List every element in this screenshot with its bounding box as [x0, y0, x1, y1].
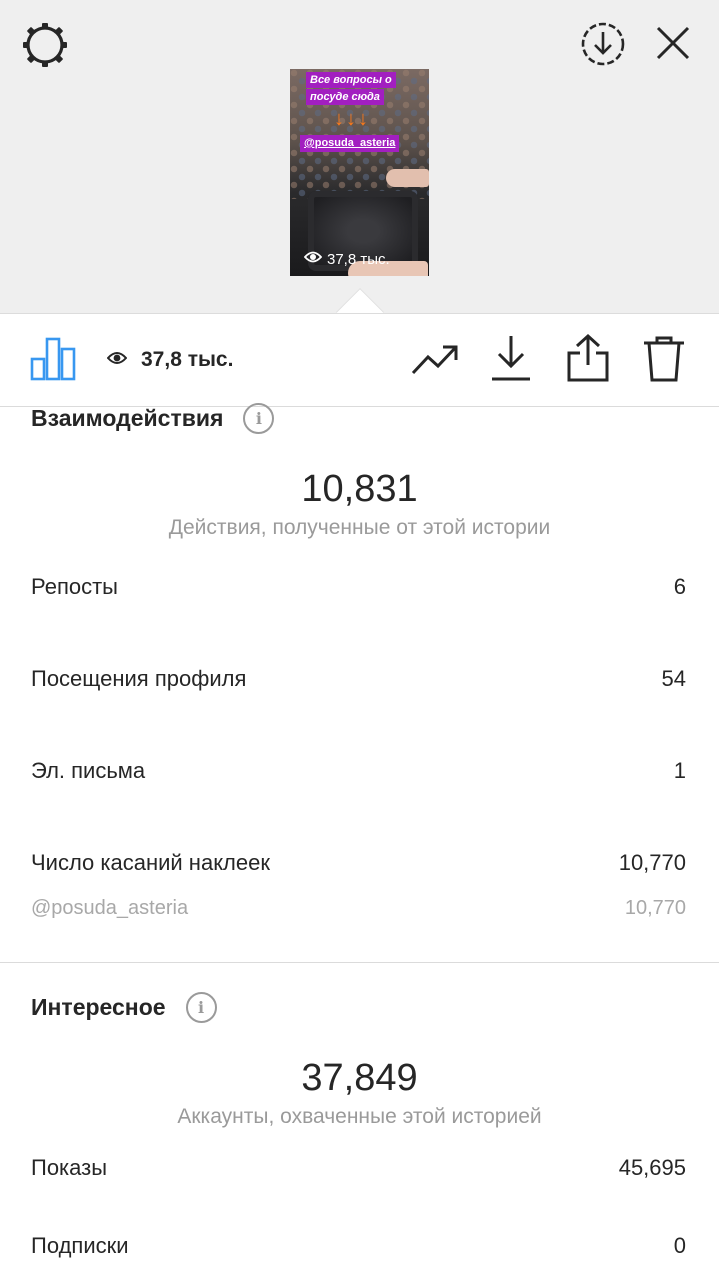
- share-button[interactable]: [565, 333, 611, 388]
- story-thumbnail[interactable]: Все вопросы о посуде сюда ↓↓↓ @posuda_as…: [290, 69, 429, 276]
- eye-icon: [106, 348, 128, 372]
- download-story-button[interactable]: [579, 22, 627, 70]
- metric-label: Подписки: [31, 1233, 129, 1258]
- delete-button[interactable]: [641, 336, 687, 386]
- share-icon: [566, 333, 610, 388]
- promote-button[interactable]: [410, 340, 460, 384]
- metric-row-sticker-taps: Число касаний наклеек 10,770: [31, 850, 686, 876]
- interactions-title: Взаимодействия: [31, 405, 224, 431]
- eye-icon: [303, 250, 323, 268]
- info-icon[interactable]: i: [243, 403, 275, 434]
- interactions-section-title: Взаимодействия i: [31, 403, 275, 434]
- save-button[interactable]: [489, 334, 533, 387]
- discovery-total: 37,849: [301, 1057, 418, 1099]
- metric-value: 45,695: [618, 1155, 686, 1180]
- trash-icon: [642, 335, 686, 388]
- trending-up-icon: [411, 343, 459, 382]
- metric-value: 1: [673, 758, 686, 783]
- thumbnail-views-count: 37,8 тыс.: [327, 250, 390, 268]
- circle-download-icon: [580, 21, 626, 72]
- gear-icon: [21, 21, 69, 74]
- metric-sub-value: 10,770: [624, 897, 686, 919]
- thumbnail-views: 37,8 тыс.: [303, 250, 390, 268]
- insights-tab[interactable]: [30, 336, 76, 384]
- interactions-total: 10,831: [301, 468, 418, 510]
- section-divider: [0, 962, 719, 963]
- metric-value: 10,770: [618, 850, 686, 875]
- metric-label: Эл. письма: [31, 758, 146, 783]
- metric-label: Число касаний наклеек: [31, 850, 270, 875]
- info-icon[interactable]: i: [185, 992, 217, 1023]
- metric-value: 6: [673, 574, 686, 599]
- metric-sub-label: @posuda_asteria: [31, 897, 189, 919]
- close-icon: [654, 24, 692, 67]
- metric-value: 0: [673, 1233, 686, 1258]
- metric-label: Посещения профиля: [31, 666, 247, 691]
- discovery-section-title: Интересное i: [31, 992, 217, 1023]
- metric-row-follows: Подписки 0: [31, 1233, 686, 1259]
- interactions-total-caption: Действия, полученные от этой истории: [168, 516, 551, 539]
- discovery-title: Интересное: [31, 994, 166, 1020]
- story-caption-line2: посуде сюда: [306, 89, 384, 105]
- metric-row-emails: Эл. письма 1: [31, 758, 686, 784]
- metric-row-impressions: Показы 45,695: [31, 1155, 686, 1181]
- views-counter: 37,8 тыс.: [106, 348, 234, 372]
- hand-image: [386, 169, 429, 187]
- story-caption-line1: Все вопросы о: [306, 72, 396, 88]
- discovery-total-caption: Аккаунты, охваченные этой историей: [177, 1105, 542, 1128]
- views-count: 37,8 тыс.: [141, 348, 234, 371]
- insights-toolbar: 37,8 тыс.: [0, 314, 719, 406]
- metric-label: Показы: [31, 1155, 108, 1180]
- metric-row-reposts: Репосты 6: [31, 574, 686, 600]
- arrows-sticker: ↓↓↓: [334, 108, 370, 130]
- settings-button[interactable]: [20, 22, 70, 72]
- bar-chart-icon: [30, 335, 76, 386]
- metric-row-profile-visits: Посещения профиля 54: [31, 666, 686, 692]
- metric-value: 54: [661, 666, 686, 691]
- mention-sticker: @posuda_asteria: [300, 135, 400, 152]
- metric-label: Репосты: [31, 574, 118, 599]
- download-icon: [490, 334, 532, 387]
- close-button[interactable]: [652, 24, 694, 66]
- metric-subrow-mention: @posuda_asteria 10,770: [31, 897, 686, 920]
